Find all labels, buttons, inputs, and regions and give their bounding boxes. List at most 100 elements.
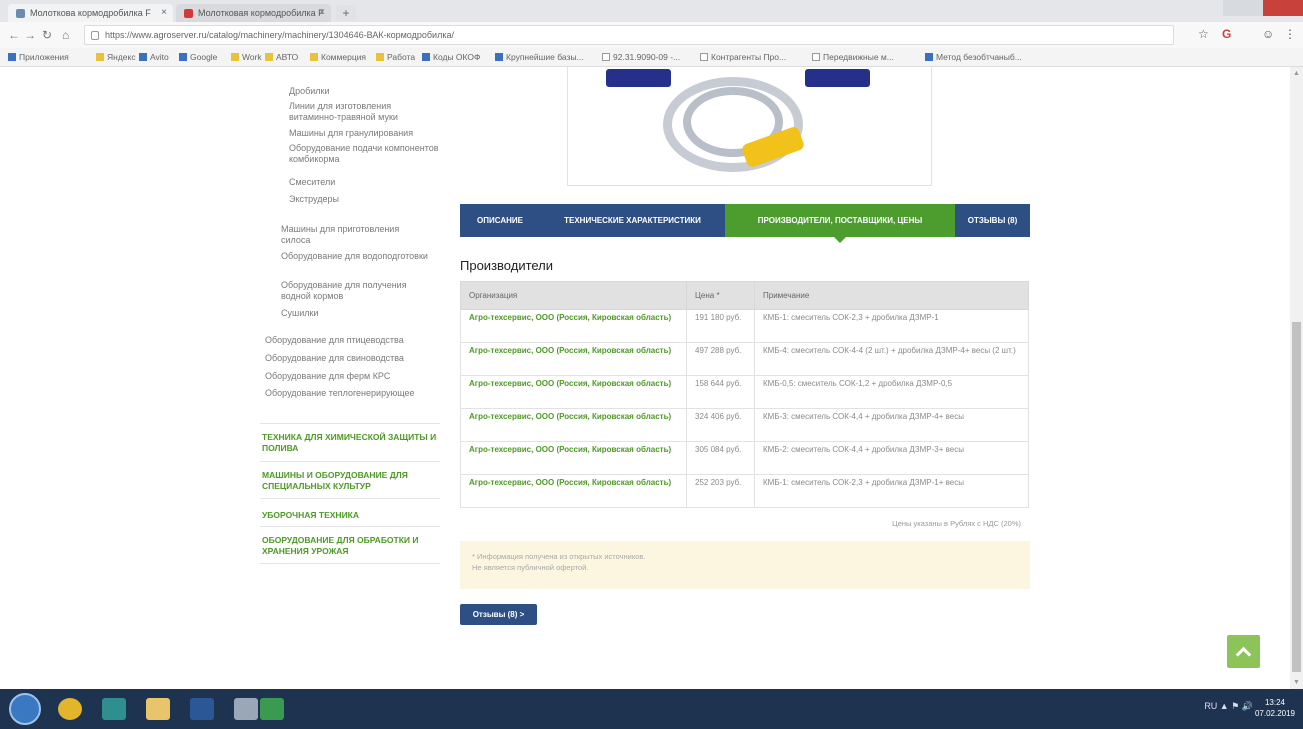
supplier-link[interactable]: Агро-техсервис, ООО (Россия, Кировская о… [460,375,687,409]
clock-time: 13:24 [1264,698,1285,707]
sidebar-category[interactable]: ТЕХНИКА ДЛЯ ХИМИЧЕСКОЙ ЗАЩИТЫ И ПОЛИВА [262,432,447,454]
bookmark-item[interactable]: Work [231,52,262,62]
start-button-icon[interactable] [9,693,41,725]
bookmark-item[interactable]: 92.31.9090-09 -... [602,52,680,62]
product-tabs: Описание Технические характеристики Прои… [460,204,1030,243]
table-row: Агро-техсервис, ООО (Россия, Кировская о… [460,375,1029,409]
folder-icon [310,53,318,61]
tab-suppliers[interactable]: Производители, поставщики, цены [725,204,955,243]
bookmark-item[interactable]: Метод безобтчаныб... [925,52,1022,62]
bookmark-item[interactable]: Крупнейшие базы... [495,52,584,62]
bookmark-item[interactable]: Коммерция [310,52,366,62]
product-image[interactable] [567,67,932,186]
tab-specifications[interactable]: Технические характеристики [540,204,725,237]
sidebar-item[interactable]: Оборудование для получения водной кормов [281,280,431,302]
bookmark-item[interactable]: АВТО [265,52,298,62]
reload-icon[interactable]: ↻ [42,28,52,42]
extension-icon[interactable]: G [1222,27,1231,41]
bookmarks-bar: Приложения Яндекс Avito Google Work АВТО… [0,48,1303,67]
star-icon[interactable]: ☆ [1198,27,1209,41]
menu-icon[interactable]: ⋮ [1284,27,1296,41]
sidebar-group[interactable]: Оборудование для ферм КРС [265,371,435,382]
sidebar-item[interactable]: Машины для приготовления силоса [281,224,431,246]
sidebar-group[interactable]: Оборудование теплогенерирующее [265,388,415,399]
info-line: * Информация получена из открытых источн… [472,552,646,561]
page-scrollbar[interactable]: ▲ ▼ [1290,67,1303,689]
bookmark-item[interactable]: Google [179,52,217,62]
taskbar-explorer[interactable] [138,693,178,725]
url-text: https://www.agroserver.ru/catalog/machin… [105,30,454,40]
app-icon [102,698,126,720]
sidebar-divider [260,423,440,424]
note-cell: КМБ-1: смеситель СОК-2,3 + дробилка ДЗМР… [754,474,1029,508]
column-header: Примечание [754,281,1029,310]
supplier-link[interactable]: Агро-техсервис, ООО (Россия, Кировская о… [460,342,687,376]
price-cell: 497 288 руб. [686,342,755,376]
sidebar-subitem[interactable]: Смесители [289,177,439,188]
table-row: Агро-техсервис, ООО (Россия, Кировская о… [460,342,1029,376]
scroll-thumb[interactable] [1292,322,1301,672]
sidebar-subitem[interactable]: Дробилки [289,86,439,97]
sidebar-group[interactable]: Оборудование для птицеводства [265,335,435,346]
bookmark-item[interactable]: Передвижные м... [812,52,894,62]
folder-icon [265,53,273,61]
url-input[interactable]: https://www.agroserver.ru/catalog/machin… [84,25,1174,45]
bookmark-item[interactable]: Работа [376,52,415,62]
tab-title: Молоткова кормодробилка F [30,8,151,18]
forward-icon[interactable]: → [24,28,36,42]
browser-tab-2[interactable]: Молотковая кормодробилка F × [176,4,331,22]
taskbar-excel[interactable] [252,693,292,725]
sidebar-category[interactable]: ОБОРУДОВАНИЕ ДЛЯ ОБРАБОТКИ И ХРАНЕНИЯ УР… [262,535,447,557]
new-tab-button[interactable]: + [336,5,356,21]
supplier-link[interactable]: Агро-техсервис, ООО (Россия, Кировская о… [460,441,687,475]
bookmark-item[interactable]: Яндекс [96,52,136,62]
tab-description[interactable]: Описание [460,204,540,237]
product-unit-shape [606,69,671,87]
profile-icon[interactable]: ☺ [1262,27,1274,41]
scroll-to-top-button[interactable] [1227,635,1260,668]
close-window-button[interactable] [1263,0,1303,16]
sidebar-subitem[interactable]: Машины для гранулирования [289,128,439,139]
tab-favicon-icon [184,9,193,18]
price-cell: 324 406 руб. [686,408,755,442]
supplier-link[interactable]: Агро-техсервис, ООО (Россия, Кировская о… [460,474,687,508]
tab-reviews[interactable]: Отзывы (8) [955,204,1030,237]
bookmark-item[interactable]: Контрагенты Про... [700,52,786,62]
sidebar-item[interactable]: Сушилки [281,308,431,319]
sidebar-category[interactable]: МАШИНЫ И ОБОРУДОВАНИЕ ДЛЯ СПЕЦИАЛЬНЫХ КУ… [262,470,447,492]
bookmark-item[interactable]: Приложения [8,52,69,62]
minimize-button[interactable] [1223,0,1263,16]
scroll-down-icon[interactable]: ▼ [1293,679,1300,686]
home-icon[interactable]: ⌂ [62,28,69,42]
back-icon[interactable]: ← [8,28,20,42]
bookmark-item[interactable]: Коды ОКОФ [422,52,480,62]
sidebar-divider [260,461,440,462]
supplier-link[interactable]: Агро-техсервис, ООО (Россия, Кировская о… [460,408,687,442]
sidebar-category[interactable]: УБОРОЧНАЯ ТЕХНИКА [262,510,447,521]
bookmark-favicon-icon [495,53,503,61]
window-controls [1223,0,1303,16]
close-tab-icon[interactable]: × [319,7,325,18]
sidebar-subitem[interactable]: Экструдеры [289,194,439,205]
excel-icon [260,698,284,720]
browser-tab-1[interactable]: Молоткова кормодробилка F × [8,4,173,22]
supplier-link[interactable]: Агро-техсервис, ООО (Россия, Кировская о… [460,309,687,343]
sidebar-subitem[interactable]: Линии для изготовления витаминно-травяно… [289,101,439,123]
sidebar-subitem[interactable]: Оборудование подачи компонентов комбикор… [289,143,439,165]
scroll-up-icon[interactable]: ▲ [1293,70,1300,77]
close-tab-icon[interactable]: × [161,7,167,18]
product-unit-shape [805,69,870,87]
table-row: Агро-техсервис, ООО (Россия, Кировская о… [460,441,1029,475]
taskbar-word[interactable] [182,693,222,725]
reviews-button[interactable]: Отзывы (8) > [460,604,537,625]
system-tray[interactable]: RU ▲ ⚑ 🔊 [1204,701,1253,712]
taskbar-chrome[interactable] [50,693,90,725]
system-clock[interactable]: 13:24 07.02.2019 [1255,697,1295,719]
browser-tabstrip: Молоткова кормодробилка F × Молотковая к… [0,0,1303,22]
sidebar-item[interactable]: Оборудование для водоподготовки [281,251,431,262]
taskbar-app[interactable] [94,693,134,725]
sidebar-group[interactable]: Оборудование для свиноводства [265,353,435,364]
bookmark-item[interactable]: Avito [139,52,169,62]
address-bar-row: ← → ↻ ⌂ https://www.agroserver.ru/catalo… [0,22,1303,48]
info-line: Не является публичной офертой. [472,563,589,572]
